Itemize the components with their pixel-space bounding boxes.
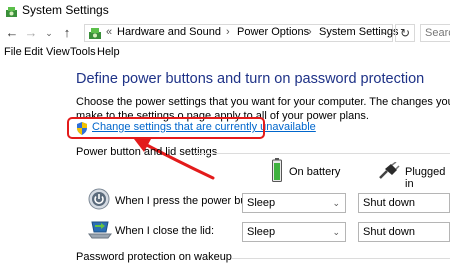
column-plugged-in: Plugged in [405,166,446,190]
lid-battery-select[interactable]: Sleep ⌄ [242,222,346,242]
chevron-down-icon: ⌄ [332,227,340,237]
power-button-icon [88,188,110,210]
power-button-plugged-select[interactable]: Shut down [358,193,450,213]
password-group-label: Password protection on wakeup [76,251,232,263]
row-label-close-lid: When I close the lid: [115,225,215,237]
group-divider [232,258,450,259]
chevron-down-icon: ⌄ [332,198,340,208]
lid-plugged-select[interactable]: Shut down [358,222,450,242]
group-divider [193,153,450,154]
column-on-battery: On battery [289,166,341,178]
select-value: Shut down [363,197,415,209]
select-value: Shut down [363,226,415,238]
select-value: Sleep [247,226,276,238]
plug-icon [379,162,400,179]
laptop-lid-icon [88,221,112,239]
select-value: Sleep [247,197,276,209]
power-group-label: Power button and lid settings [76,146,218,158]
power-button-battery-select[interactable]: Sleep ⌄ [242,193,346,213]
battery-icon [272,158,282,182]
